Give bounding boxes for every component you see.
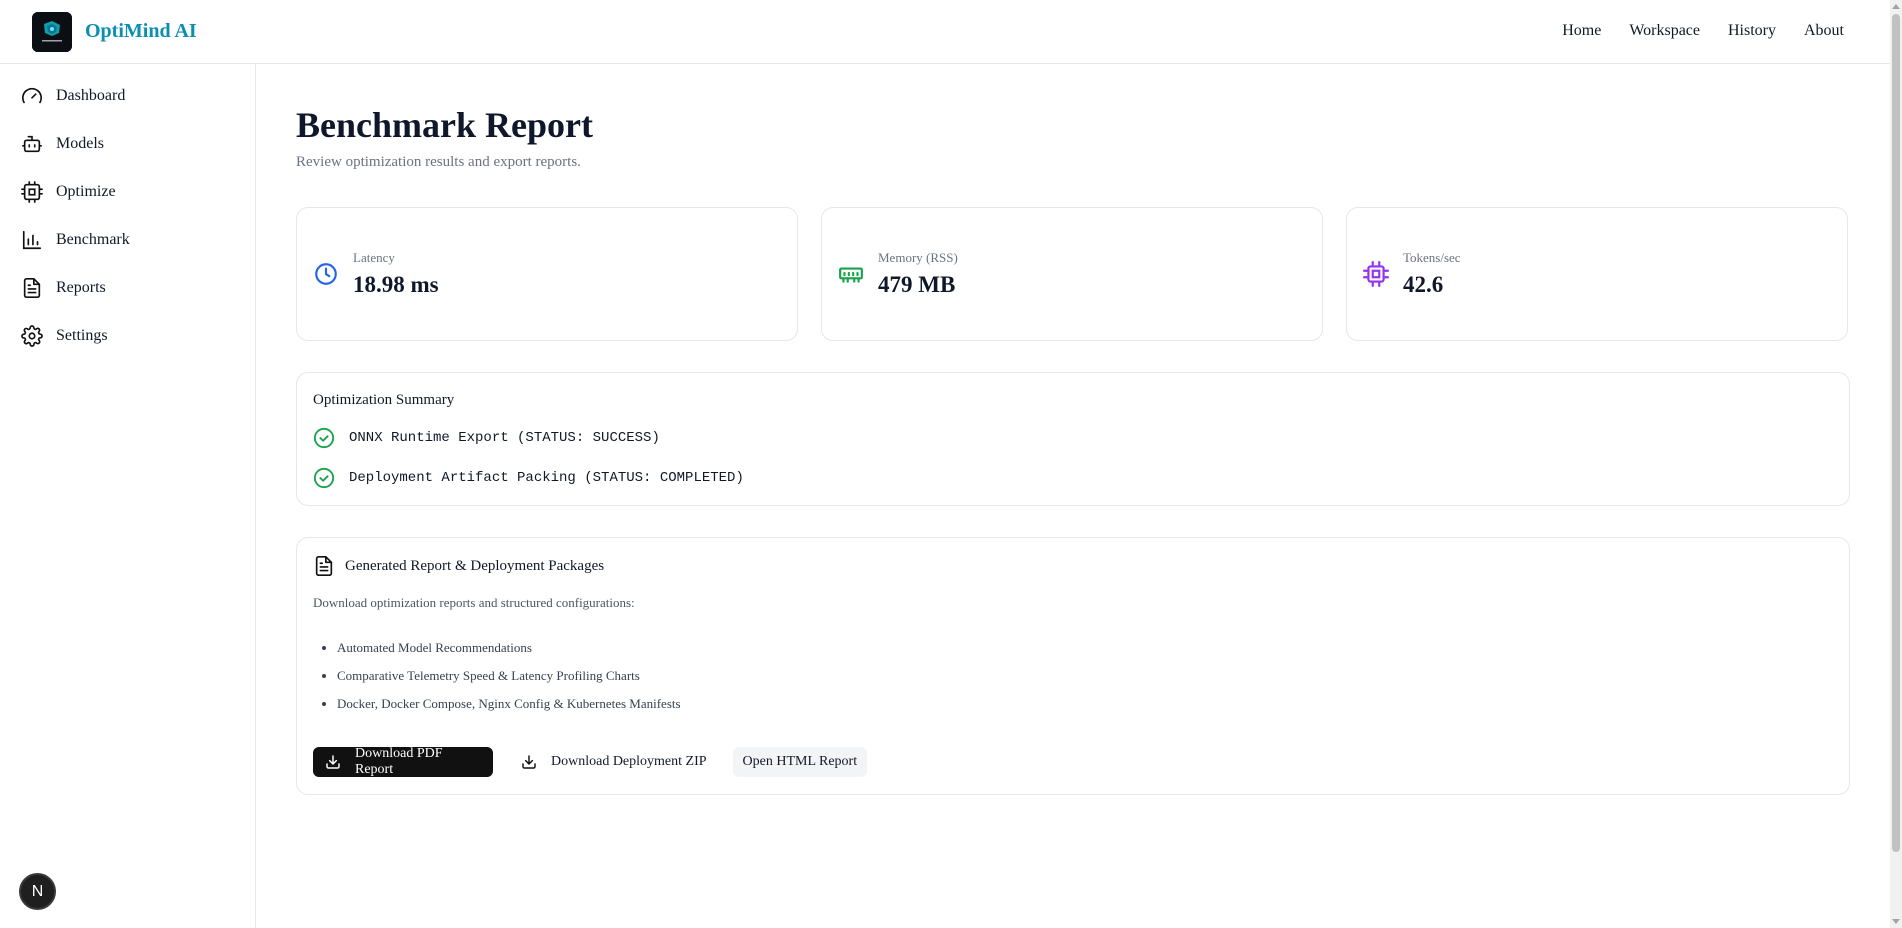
metric-value: 42.6 [1403, 272, 1444, 297]
top-navbar: OptiMind AI Home Workspace History About [0, 0, 1890, 64]
metric-label: Tokens/sec [1403, 250, 1461, 265]
sidebar-item-label: Models [56, 135, 104, 152]
summary-title: Optimization Summary [313, 392, 455, 408]
sidebar-item-label: Settings [56, 327, 108, 344]
download-pdf-label: Download PDF Report [355, 746, 443, 777]
cpu-icon [20, 180, 44, 204]
memory-card: Memory (RSS) 479 MB [821, 207, 1323, 341]
scroll-up-arrow-icon[interactable] [1892, 4, 1900, 9]
reports-list: Automated Model Recommendations Comparat… [337, 639, 681, 723]
summary-row-text: Deployment Artifact Packing (STATUS: COM… [349, 470, 744, 486]
reports-header: Generated Report & Deployment Packages [313, 555, 604, 577]
sidebar-item-benchmark[interactable]: Benchmark [20, 224, 240, 256]
metric-label: Latency [353, 250, 395, 265]
page-subtitle: Review optimization results and export r… [296, 154, 581, 170]
download-icon [521, 754, 537, 770]
gear-icon [20, 324, 44, 348]
metric-label: Memory (RSS) [878, 250, 958, 265]
summary-row: Deployment Artifact Packing (STATUS: COM… [313, 466, 744, 490]
file-text-icon [20, 276, 44, 300]
top-nav: Home Workspace History About [1534, 22, 1844, 40]
sidebar-item-label: Reports [56, 279, 106, 296]
open-html-report-button[interactable]: Open HTML Report [732, 747, 868, 777]
reports-title: Generated Report & Deployment Packages [345, 557, 605, 574]
summary-row: ONNX Runtime Export (STATUS: SUCCESS) [313, 426, 660, 450]
latency-card: Latency 18.98 ms [296, 207, 798, 341]
clock-icon [313, 261, 339, 287]
download-zip-button[interactable]: Download Deployment ZIP [509, 747, 717, 777]
list-item: Automated Model Recommendations [337, 639, 681, 667]
cpu-icon [1363, 261, 1389, 287]
list-item: Docker, Docker Compose, Nginx Config & K… [337, 695, 681, 723]
page-scrollbar[interactable] [1890, 0, 1902, 928]
memory-icon [838, 261, 864, 287]
metric-value: 18.98 ms [353, 272, 439, 297]
download-actions: Download PDF Report Download Deployment … [313, 746, 868, 777]
page-title: Benchmark Report [296, 105, 593, 145]
check-circle-icon [313, 467, 335, 489]
bot-icon [20, 132, 44, 156]
dev-tools-badge[interactable]: N [19, 873, 56, 910]
gauge-icon [20, 84, 44, 108]
scroll-down-arrow-icon[interactable] [1892, 919, 1900, 924]
download-icon [325, 754, 341, 770]
sidebar-item-reports[interactable]: Reports [20, 272, 240, 304]
download-pdf-button[interactable]: Download PDF Report [313, 746, 493, 777]
optimization-summary-card: Optimization Summary ONNX Runtime Export… [296, 372, 1850, 506]
sidebar-item-label: Optimize [56, 183, 116, 200]
reports-card: Generated Report & Deployment Packages D… [296, 537, 1850, 795]
sidebar-item-label: Benchmark [56, 231, 130, 248]
sidebar-item-label: Dashboard [56, 87, 126, 104]
nav-history-link[interactable]: History [1728, 22, 1776, 40]
sidebar-item-settings[interactable]: Settings [20, 320, 240, 352]
list-item: Comparative Telemetry Speed & Latency Pr… [337, 667, 681, 695]
nav-home-link[interactable]: Home [1562, 22, 1601, 40]
brand-logo[interactable] [32, 12, 72, 52]
bar-chart-icon [20, 228, 44, 252]
metric-value: 479 MB [878, 272, 956, 297]
sidebar-item-optimize[interactable]: Optimize [20, 176, 240, 208]
brand-name[interactable]: OptiMind AI [85, 20, 197, 43]
summary-row-text: ONNX Runtime Export (STATUS: SUCCESS) [349, 430, 660, 446]
sidebar-item-models[interactable]: Models [20, 128, 240, 160]
check-circle-icon [313, 427, 335, 449]
sidebar-item-dashboard[interactable]: Dashboard [20, 80, 240, 112]
nav-workspace-link[interactable]: Workspace [1629, 22, 1700, 40]
reports-description: Download optimization reports and struct… [313, 595, 635, 610]
nav-about-link[interactable]: About [1804, 22, 1844, 40]
download-zip-label: Download Deployment ZIP [551, 754, 707, 769]
tokens-card: Tokens/sec 42.6 [1346, 207, 1848, 341]
scrollbar-thumb[interactable] [1892, 14, 1900, 852]
file-text-icon [313, 555, 335, 577]
sidebar: Dashboard Models Optimize Benchmark Repo… [0, 64, 256, 928]
